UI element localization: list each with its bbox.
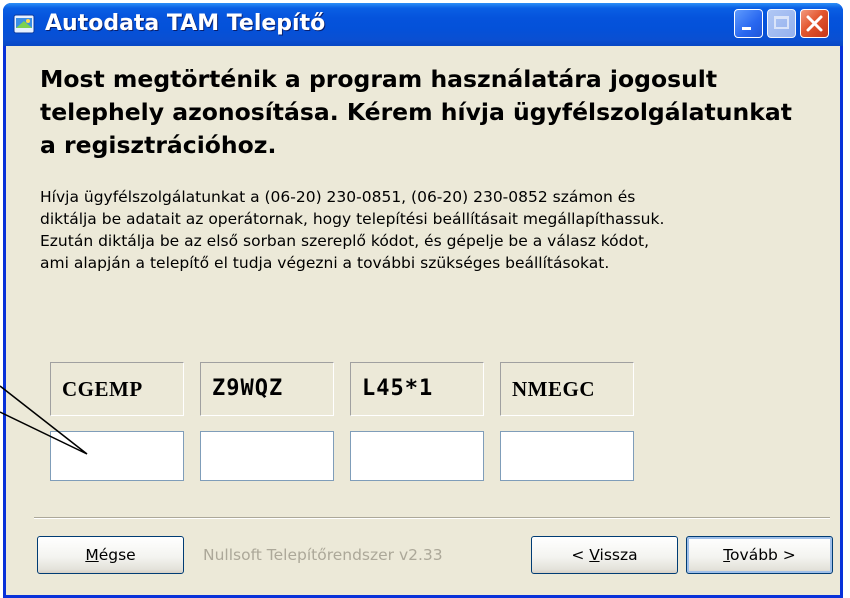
answer-code-field-2[interactable]: [200, 431, 334, 481]
back-mnemonic: V: [589, 546, 600, 564]
request-code-3: L45*1: [350, 362, 484, 416]
page-heading: Most megtörténik a program használatára …: [40, 65, 792, 159]
title-bar[interactable]: Autodata TAM Telepítő: [3, 3, 843, 46]
back-button[interactable]: < Vissza: [531, 536, 678, 574]
window-title: Autodata TAM Telepítő: [45, 11, 326, 36]
close-icon[interactable]: [800, 9, 829, 38]
answer-code-field-3[interactable]: [350, 431, 484, 481]
cancel-button[interactable]: Mégse: [37, 536, 184, 574]
cancel-label: égse: [98, 546, 136, 564]
instructions-text: Hívja ügyfélszolgálatunkat a (06-20) 230…: [40, 188, 665, 272]
next-button[interactable]: Tovább >: [686, 536, 833, 574]
callout-pointer: [0, 385, 88, 455]
request-code-4: NMEGC: [500, 362, 634, 416]
back-prefix: <: [571, 546, 590, 564]
back-label: issza: [599, 546, 638, 564]
footer-divider: [34, 517, 830, 519]
next-label: ovább >: [730, 546, 796, 564]
installer-icon: [13, 12, 37, 36]
answer-code-field-4[interactable]: [500, 431, 634, 481]
cancel-mnemonic: M: [85, 546, 99, 564]
nsis-branding-text: Nullsoft Telepítőrendszer v2.33: [203, 546, 443, 564]
request-code-2: Z9WQZ: [200, 362, 334, 416]
minimize-icon[interactable]: [734, 9, 763, 38]
maximize-icon[interactable]: [767, 9, 796, 38]
